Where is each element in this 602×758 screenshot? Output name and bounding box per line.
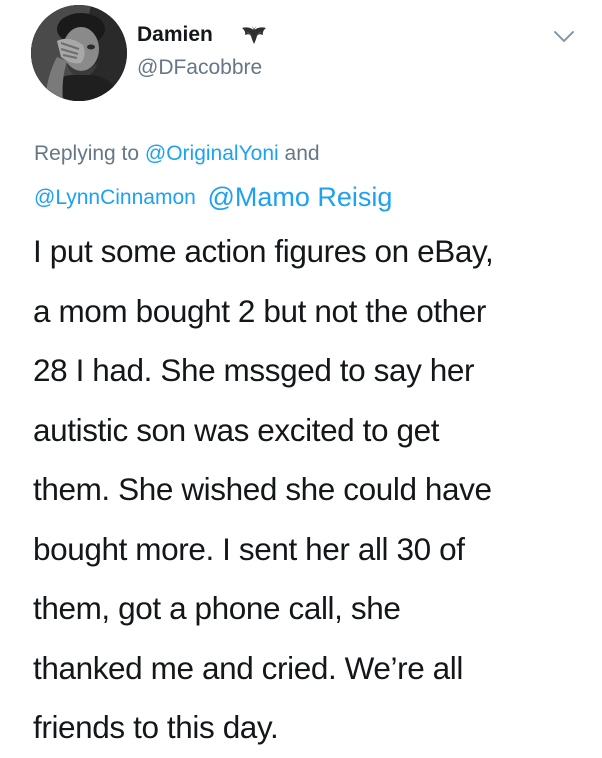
tweet-text-line: bought more. I sent her all 30 of (33, 530, 465, 567)
tweet-text-line: autistic son was excited to get (33, 411, 440, 448)
mention-link[interactable]: @LynnCinnamon (34, 186, 196, 209)
tweet-text-line: 28 I had. She mssged to say her (33, 352, 475, 388)
handle[interactable]: @DFacobbre (137, 56, 262, 80)
tweet-text: I put some action figures on eBay, a mom… (33, 222, 593, 758)
reply-conjunction: and (284, 142, 320, 165)
tweet-text-line: a mom bought 2 but not the other (33, 292, 487, 329)
tweet-text-line: thanked me and cried. We’re all (33, 649, 463, 686)
mention-link[interactable]: @Mamo Reisig (207, 182, 392, 212)
tweet-text-line: friends to this day. (33, 709, 279, 745)
reply-context-continued: @LynnCinnamon @Mamo Reisig (34, 180, 392, 212)
mention-link[interactable]: @OriginalYoni (145, 142, 279, 165)
tweet-text-line: them. She wished she could have (33, 471, 492, 507)
display-name[interactable]: Damien (137, 23, 213, 47)
tweet-card: Damien @DFacobbre Replying to @OriginalY… (0, 0, 602, 758)
bat-emoji-icon (242, 26, 266, 44)
tweet-text-line: them, got a phone call, she (33, 590, 401, 626)
avatar[interactable] (31, 5, 127, 101)
reply-prefix: Replying to (34, 142, 140, 165)
reply-context: Replying to @OriginalYoni and (34, 142, 320, 166)
chevron-down-icon[interactable] (552, 28, 576, 46)
avatar-photo (31, 5, 127, 101)
tweet-text-line: I put some action figures on eBay, (33, 233, 494, 269)
